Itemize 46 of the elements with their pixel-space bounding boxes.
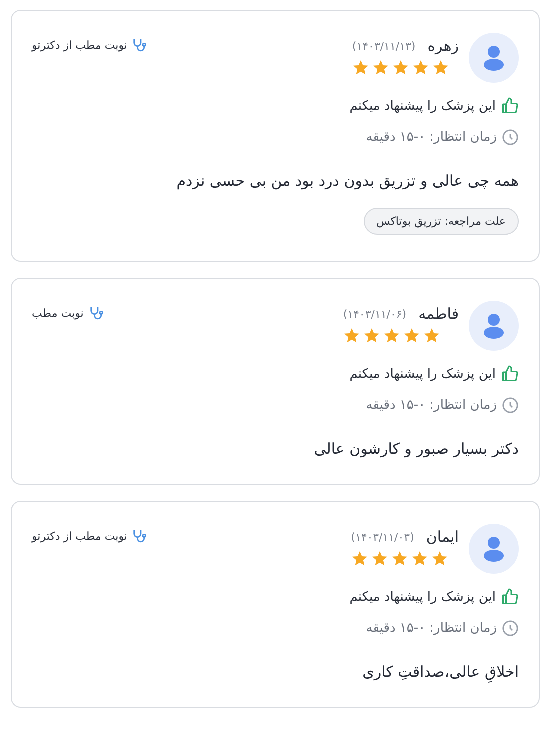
star-icon <box>343 327 362 345</box>
wait-time: زمان انتظار: ۰-۱۵ دقیقه <box>366 398 497 413</box>
booking-source: نوبت مطب از دکترتو <box>32 530 128 542</box>
review-date: (۱۴۰۳/۱۱/۰۳) <box>351 530 414 544</box>
review-date: (۱۴۰۳/۱۱/۰۶) <box>343 308 407 320</box>
review-comment: اخلاقِ عالی،صداقتِ کاری <box>362 663 519 681</box>
star-icon <box>391 550 410 568</box>
star-icon <box>351 550 370 568</box>
review-date: (۱۴۰۳/۱۱/۱۳) <box>352 40 416 52</box>
clock-icon <box>502 620 519 637</box>
clock-icon <box>502 129 519 146</box>
avatar-icon <box>469 301 519 351</box>
booking-source: نوبت مطب <box>32 306 84 320</box>
recommend-text: این پزشک را پیشنهاد میکنم <box>350 366 496 382</box>
star-icon <box>363 327 382 345</box>
clock-icon <box>502 397 519 414</box>
star-icon <box>352 59 370 77</box>
thumbs-up-icon <box>501 588 519 606</box>
review-comment: دکتر بسیار صبور و کارشون عالی <box>313 440 519 458</box>
avatar-icon <box>469 524 519 574</box>
thumbs-up-icon <box>501 97 519 115</box>
recommend-text: این پزشک را پیشنهاد میکنم <box>350 98 496 114</box>
star-icon <box>412 59 430 77</box>
wait-time: زمان انتظار: ۰-۱۵ دقیقه <box>366 130 497 145</box>
star-icon <box>372 59 390 77</box>
star-icon <box>431 550 450 568</box>
recommend-text: این پزشک را پیشنهاد میکنم <box>350 590 496 604</box>
stethoscope-icon <box>131 528 148 544</box>
stethoscope-icon <box>88 305 104 321</box>
star-icon <box>432 59 450 77</box>
review-comment: همه چی عالی و تزریق بدون درد بود من بی حسی نزدم <box>176 172 519 190</box>
star-icon <box>411 550 430 568</box>
star-icon <box>383 327 402 345</box>
star-icon <box>371 550 390 568</box>
avatar-icon <box>469 33 519 83</box>
visit-reason-tag: علت مراجعه: تزریق بوتاکس <box>364 208 519 235</box>
reviewer-name: زهره <box>428 37 459 55</box>
star-icon <box>423 327 442 345</box>
stethoscope-icon <box>131 37 148 53</box>
reviewer-name: فاطمه <box>418 305 459 323</box>
thumbs-up-icon <box>501 365 519 383</box>
reviewer-name: ایمان <box>426 528 459 546</box>
star-icon <box>392 59 410 77</box>
star-icon <box>403 327 422 345</box>
wait-time: زمان انتظار: ۰-۱۵ دقیقه <box>366 621 497 636</box>
booking-source: نوبت مطب از دکترتو <box>32 38 128 52</box>
